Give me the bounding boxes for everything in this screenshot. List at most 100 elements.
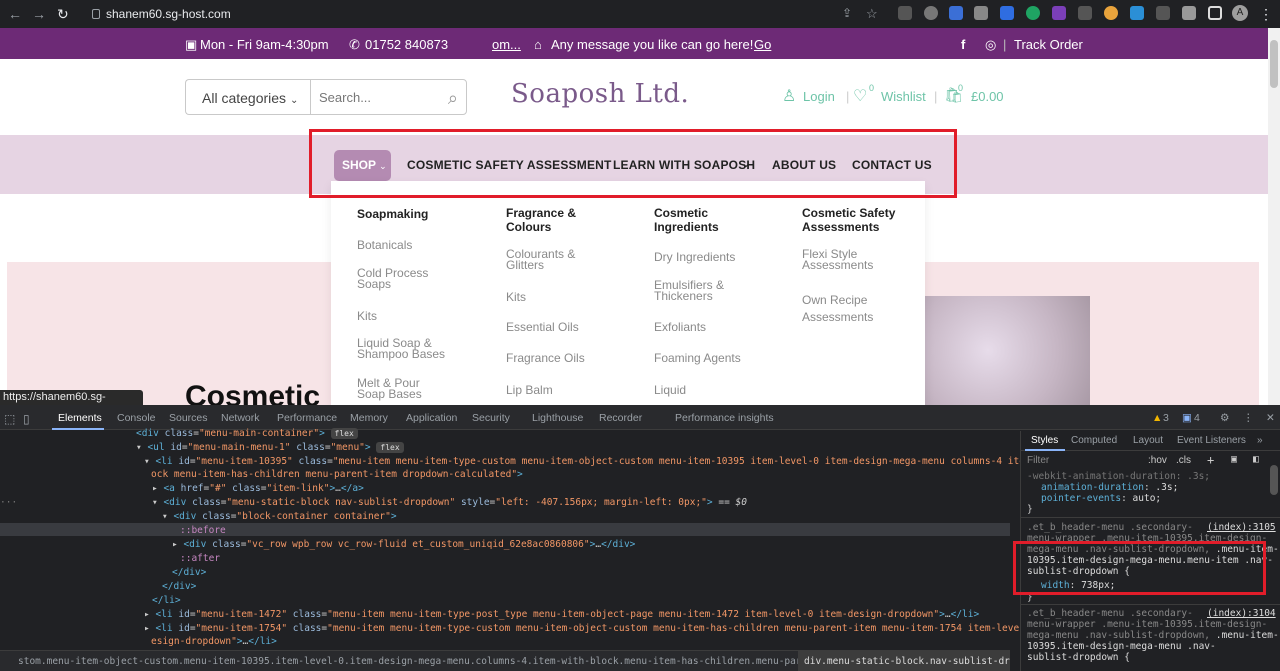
dropdown-link[interactable]: Emulsifiers & Thickeners: [654, 279, 744, 302]
grammarly-icon[interactable]: [1026, 6, 1040, 20]
tab-layout[interactable]: Layout: [1133, 435, 1163, 446]
extension-icon-2[interactable]: [1078, 6, 1092, 20]
tab-network[interactable]: Network: [221, 412, 260, 424]
facebook-icon[interactable]: f: [961, 37, 965, 52]
dom-line[interactable]: </li>: [152, 594, 181, 607]
add-rule-icon[interactable]: +: [1207, 453, 1214, 467]
forward-icon[interactable]: →: [32, 6, 46, 22]
wishlist-link[interactable]: Wishlist: [881, 89, 926, 104]
column-heading[interactable]: Fragrance & Colours: [506, 206, 596, 234]
dom-line[interactable]: </div>: [172, 566, 206, 579]
pen-extension-icon[interactable]: [1156, 6, 1170, 20]
column-heading[interactable]: Soapmaking: [357, 207, 428, 221]
dropdown-link[interactable]: Lip Balm: [506, 384, 553, 396]
dropdown-link[interactable]: Dry Ingredients: [654, 251, 735, 263]
dom-line[interactable]: ▾ <div class="block-container container"…: [162, 510, 397, 523]
address-bar[interactable]: shanem60.sg-host.com: [84, 4, 824, 24]
inspect-icon[interactable]: ⬚: [4, 412, 15, 426]
dropdown-link[interactable]: Kits: [357, 310, 377, 322]
camera-extension-icon[interactable]: [974, 6, 988, 20]
login-link[interactable]: Login: [803, 89, 835, 104]
hov-toggle[interactable]: :hov: [1148, 455, 1167, 466]
extension-icon[interactable]: [898, 6, 912, 20]
tab-styles[interactable]: Styles: [1031, 435, 1058, 446]
messages-count[interactable]: 4: [1194, 412, 1200, 424]
dom-line[interactable]: ▸ <li id="menu-item-1472" class="menu-it…: [144, 608, 979, 621]
rule-source-link[interactable]: (index):3105: [1207, 522, 1276, 533]
style-selector[interactable]: mega-menu .nav-sublist-dropdown, .menu-i…: [1027, 630, 1279, 641]
column-heading[interactable]: Cosmetic Safety Assessments: [802, 206, 912, 234]
search-icon[interactable]: ⌕: [448, 80, 458, 116]
email-link[interactable]: om...: [492, 37, 521, 52]
tab-event-listeners[interactable]: Event Listeners: [1177, 435, 1246, 446]
dropdown-link[interactable]: Flexi Style Assessments: [802, 248, 892, 271]
tab-recorder[interactable]: Recorder: [599, 412, 642, 424]
style-selector[interactable]: .et_b_header-menu .secondary-: [1027, 522, 1193, 533]
dom-line-selected[interactable]: ▾ <div class="menu-static-block nav-subl…: [152, 496, 747, 509]
rule-source-link[interactable]: (index):3104: [1207, 608, 1276, 619]
tab-computed[interactable]: Computed: [1071, 435, 1117, 446]
sidebar-toggle-icon[interactable]: ◧: [1253, 454, 1259, 465]
dom-line[interactable]: esign-dropdown">…</li>: [151, 635, 277, 648]
dom-line[interactable]: ock menu-item-has-children menu-parent-i…: [151, 468, 523, 481]
search-input[interactable]: Search... ⌕: [310, 79, 467, 115]
screen-extension-icon[interactable]: [1130, 6, 1144, 20]
dom-line[interactable]: ::before: [180, 524, 226, 537]
go-link[interactable]: Go: [754, 37, 771, 52]
warnings-count[interactable]: 3: [1163, 412, 1169, 424]
dropdown-link[interactable]: Exfoliants: [654, 321, 706, 333]
globe-icon[interactable]: [924, 6, 938, 20]
dropdown-link[interactable]: Cold Process Soaps: [357, 267, 447, 290]
dom-line[interactable]: ▸ <div class="vc_row wpb_row vc_row-flui…: [172, 538, 635, 551]
color-extension-icon[interactable]: [1104, 6, 1118, 20]
style-selector[interactable]: 10395.item-design-mega-menu .nav-: [1027, 641, 1216, 652]
dropdown-link[interactable]: Own Recipe Assessments: [802, 292, 892, 326]
menu-kebab-icon[interactable]: ⋮: [1259, 6, 1273, 23]
style-line[interactable]: animation-duration: .3s;: [1041, 482, 1178, 493]
track-order-link[interactable]: Track Order: [1014, 37, 1083, 52]
style-selector[interactable]: sublist-dropdown {: [1027, 652, 1130, 663]
sidebar-icon[interactable]: [1208, 6, 1222, 20]
dom-line[interactable]: ▸ <li id="menu-item-1754" class="menu-it…: [144, 622, 1076, 635]
column-heading[interactable]: Cosmetic Ingredients: [654, 206, 744, 234]
dom-line[interactable]: ▾ <ul id="menu-main-menu-1" class="menu"…: [136, 441, 404, 454]
reload-icon[interactable]: ↻: [57, 6, 69, 23]
share-icon[interactable]: ⇪: [842, 6, 852, 20]
style-selector[interactable]: menu-wrapper .menu-item-10395.item-desig…: [1027, 619, 1267, 630]
dom-line[interactable]: ::after: [180, 552, 220, 565]
tab-elements[interactable]: Elements: [58, 412, 102, 424]
tab-application[interactable]: Application: [406, 412, 457, 424]
profile-avatar[interactable]: A: [1232, 5, 1248, 21]
styles-filter-input[interactable]: Filter: [1027, 455, 1049, 466]
new-extension-icon[interactable]: [1000, 6, 1014, 20]
scrollbar-thumb[interactable]: [1270, 40, 1278, 88]
tab-console[interactable]: Console: [117, 412, 156, 424]
dropdown-link[interactable]: Liquid: [654, 384, 686, 396]
dropdown-link[interactable]: Liquid Soap & Shampoo Bases: [357, 337, 457, 360]
paint-icon[interactable]: ▣: [1231, 454, 1237, 465]
gear-icon[interactable]: ⚙: [1220, 412, 1229, 424]
site-logo[interactable]: Soaposh Ltd.: [511, 79, 689, 109]
tab-security[interactable]: Security: [472, 412, 510, 424]
dropdown-link[interactable]: Fragrance Oils: [506, 352, 585, 364]
more-icon[interactable]: ⋮: [1243, 412, 1254, 424]
tab-memory[interactable]: Memory: [350, 412, 388, 424]
dropdown-link[interactable]: Melt & Pour Soap Bases: [357, 377, 437, 400]
tab-lighthouse[interactable]: Lighthouse: [532, 412, 583, 424]
dom-line[interactable]: <div class="menu-main-container"> flex: [136, 427, 358, 440]
translate-icon[interactable]: [949, 6, 963, 20]
close-icon[interactable]: ✕: [1266, 412, 1275, 424]
badge-extension-icon[interactable]: [1052, 6, 1066, 20]
style-selector[interactable]: .et_b_header-menu .secondary-: [1027, 608, 1193, 619]
puzzle-icon[interactable]: [1182, 6, 1196, 20]
cls-toggle[interactable]: .cls: [1176, 455, 1191, 466]
tab-performance-insights[interactable]: Performance insights: [675, 412, 774, 424]
dropdown-link[interactable]: Essential Oils: [506, 321, 579, 333]
dom-line[interactable]: ▸ <a href="#" class="item-link">…</a>: [152, 482, 364, 495]
category-select[interactable]: All categories ⌄: [185, 79, 311, 115]
tab-performance[interactable]: Performance: [277, 412, 337, 424]
more-tabs-icon[interactable]: »: [1257, 435, 1263, 446]
back-icon[interactable]: ←: [8, 6, 22, 22]
dropdown-link[interactable]: Kits: [506, 291, 526, 303]
style-line[interactable]: pointer-events: auto;: [1041, 493, 1161, 504]
